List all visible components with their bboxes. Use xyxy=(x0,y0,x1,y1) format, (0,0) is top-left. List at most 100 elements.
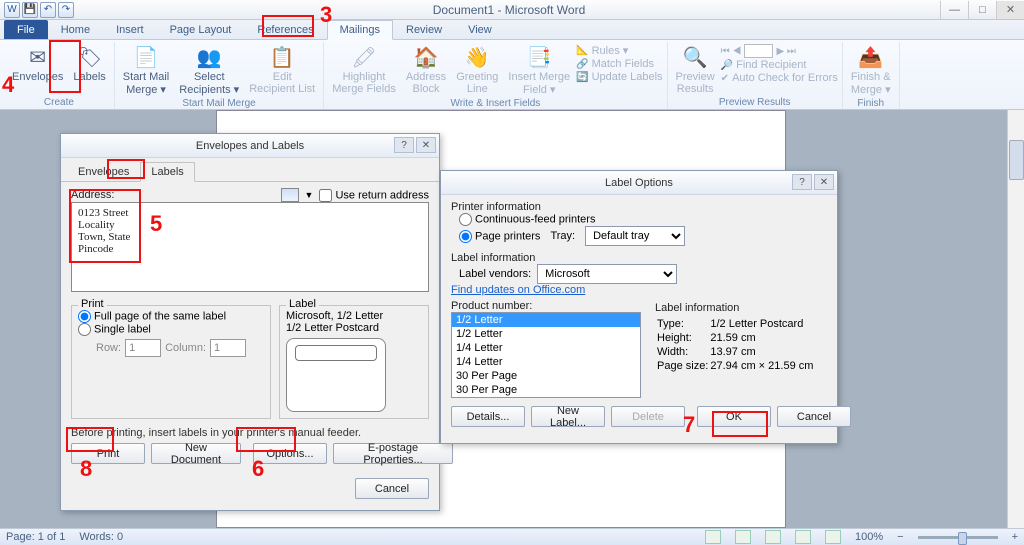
options-button[interactable]: Options... xyxy=(253,443,327,464)
new-label-button[interactable]: New Label... xyxy=(531,406,605,427)
vendors-label: Label vendors: xyxy=(459,268,531,280)
tab-references[interactable]: References xyxy=(244,20,326,39)
print-button[interactable]: Print xyxy=(71,443,145,464)
row-spinner[interactable]: 1 xyxy=(125,339,161,357)
labels-label: Labels xyxy=(73,71,105,83)
close-dialog-button[interactable]: ✕ xyxy=(416,137,436,153)
finish-label: Finish & Merge ▾ xyxy=(851,71,891,96)
preview-results-button: 🔍Preview Results xyxy=(672,42,719,97)
label-info-heading: Label information xyxy=(451,252,827,264)
list-item[interactable]: 1/4 Letter xyxy=(452,341,640,355)
scroll-thumb[interactable] xyxy=(1009,140,1024,180)
labels-button[interactable]: 🏷Labels xyxy=(69,42,109,85)
status-words[interactable]: Words: 0 xyxy=(79,531,123,543)
highlight-fields-button: 🖍Highlight Merge Fields xyxy=(328,42,400,97)
tab-home[interactable]: Home xyxy=(48,20,103,39)
group-label-finish: Finish xyxy=(857,98,884,110)
status-page[interactable]: Page: 1 of 1 xyxy=(6,531,65,543)
tab-insert[interactable]: Insert xyxy=(103,20,157,39)
minimize-button[interactable]: — xyxy=(940,1,968,19)
view-outline-icon[interactable] xyxy=(795,530,811,544)
help-button-2[interactable]: ? xyxy=(792,174,812,190)
tab-file[interactable]: File xyxy=(4,20,48,39)
tab-page-layout[interactable]: Page Layout xyxy=(157,20,245,39)
tab-review[interactable]: Review xyxy=(393,20,455,39)
list-item[interactable]: 30 Per Page xyxy=(452,369,640,383)
tab-labels[interactable]: Labels xyxy=(140,162,194,182)
edit-recipient-button: 📋Edit Recipient List xyxy=(245,42,319,97)
save-icon[interactable]: 💾 xyxy=(22,2,38,18)
close-button[interactable]: ✕ xyxy=(996,1,1024,19)
cancel-env-button[interactable]: Cancel xyxy=(355,478,429,499)
dropdown-icon[interactable]: ▼ xyxy=(305,190,314,200)
full-page-radio[interactable]: Full page of the same label xyxy=(78,310,226,323)
epostage-button[interactable]: E-postage Properties... xyxy=(333,443,453,464)
tab-envelopes[interactable]: Envelopes xyxy=(67,162,140,181)
preview-icon: 🔍 xyxy=(682,44,708,70)
view-web-layout-icon[interactable] xyxy=(765,530,781,544)
auto-check-button: ✔ Auto Check for Errors xyxy=(721,72,838,84)
cancel-lblopt-button[interactable]: Cancel xyxy=(777,406,851,427)
find-updates-link[interactable]: Find updates on Office.com xyxy=(451,284,585,296)
address-book-icon[interactable] xyxy=(281,188,299,202)
title-bar: W 💾 ↶ ↷ Document1 - Microsoft Word — □ ✕ xyxy=(0,0,1024,20)
quick-access-toolbar: W 💾 ↶ ↷ xyxy=(0,2,78,18)
zoom-slider[interactable] xyxy=(918,536,998,539)
envelopes-button[interactable]: ✉Envelopes xyxy=(8,42,67,85)
tab-mailings[interactable]: Mailings xyxy=(327,20,393,40)
insert-merge-field-button: 📑Insert Merge Field ▾ xyxy=(504,42,574,98)
use-return-checkbox[interactable]: Use return address xyxy=(319,189,429,202)
label-info-subheading: Label information xyxy=(655,302,815,314)
product-listbox[interactable]: 1/2 Letter 1/2 Letter 1/4 Letter 1/4 Let… xyxy=(451,312,641,398)
close-dialog-button-2[interactable]: ✕ xyxy=(814,174,834,190)
single-label-radio[interactable]: Single label xyxy=(78,323,151,336)
list-item[interactable]: 1/2 Letter xyxy=(452,313,640,327)
redo-icon[interactable]: ↷ xyxy=(58,2,74,18)
printer-info-label: Printer information xyxy=(451,201,827,213)
ribbon-group-preview: 🔍Preview Results ⏮ ◀ ▶ ⏭ 🔎 Find Recipien… xyxy=(668,42,843,109)
label-line2: 1/2 Letter Postcard xyxy=(286,322,422,334)
list-item[interactable]: 1/4 Letter xyxy=(452,355,640,369)
view-draft-icon[interactable] xyxy=(825,530,841,544)
app-icon[interactable]: W xyxy=(4,2,20,18)
new-document-button[interactable]: New Document xyxy=(151,443,241,464)
tray-select[interactable]: Default tray xyxy=(585,226,685,246)
label-preview[interactable] xyxy=(286,338,386,412)
greeting-label: Greeting Line xyxy=(456,71,498,95)
view-print-layout-icon[interactable] xyxy=(705,530,721,544)
edit-recipient-label: Edit Recipient List xyxy=(249,71,315,95)
address-textarea[interactable]: 0123 Street Locality Town, State Pincode xyxy=(71,202,429,292)
label-line1: Microsoft, 1/2 Letter xyxy=(286,310,422,322)
help-button[interactable]: ? xyxy=(394,137,414,153)
status-bar: Page: 1 of 1 Words: 0 100% −+ xyxy=(0,528,1024,545)
vertical-scrollbar[interactable] xyxy=(1007,110,1024,528)
zoom-level[interactable]: 100% xyxy=(855,531,883,543)
ribbon-group-start: 📄Start Mail Merge ▾ 👥Select Recipients ▾… xyxy=(115,42,324,109)
finish-merge-button: 📤Finish & Merge ▾ xyxy=(847,42,895,98)
undo-icon[interactable]: ↶ xyxy=(40,2,56,18)
vendors-select[interactable]: Microsoft xyxy=(537,264,677,284)
list-item[interactable]: 1/2 Letter xyxy=(452,327,640,341)
select-recipients-button[interactable]: 👥Select Recipients ▾ xyxy=(175,42,243,98)
continuous-feed-radio[interactable]: Continuous-feed printers xyxy=(459,213,595,226)
page-printers-radio[interactable]: Page printers xyxy=(459,230,540,243)
insert-field-icon: 📑 xyxy=(526,44,552,70)
window-title: Document1 - Microsoft Word xyxy=(78,3,940,17)
tab-view[interactable]: View xyxy=(455,20,505,39)
greeting-icon: 👋 xyxy=(464,44,490,70)
list-item[interactable]: 30 Per Page xyxy=(452,383,640,397)
label-group: Label Microsoft, 1/2 Letter 1/2 Letter P… xyxy=(279,305,429,419)
greeting-line-button: 👋Greeting Line xyxy=(452,42,502,97)
view-full-screen-icon[interactable] xyxy=(735,530,751,544)
start-mail-merge-button[interactable]: 📄Start Mail Merge ▾ xyxy=(119,42,173,98)
col-spinner[interactable]: 1 xyxy=(210,339,246,357)
details-button[interactable]: Details... xyxy=(451,406,525,427)
envelopes-label: Envelopes xyxy=(12,71,63,83)
ok-button[interactable]: OK xyxy=(697,406,771,427)
feeder-hint: Before printing, insert labels in your p… xyxy=(71,427,429,439)
print-group: Print Full page of the same label Single… xyxy=(71,305,271,419)
maximize-button[interactable]: □ xyxy=(968,1,996,19)
env-dialog-title: Envelopes and Labels ?✕ xyxy=(61,134,439,158)
labels-icon: 🏷 xyxy=(77,44,103,70)
ribbon-tabs: File Home Insert Page Layout References … xyxy=(0,20,1024,40)
